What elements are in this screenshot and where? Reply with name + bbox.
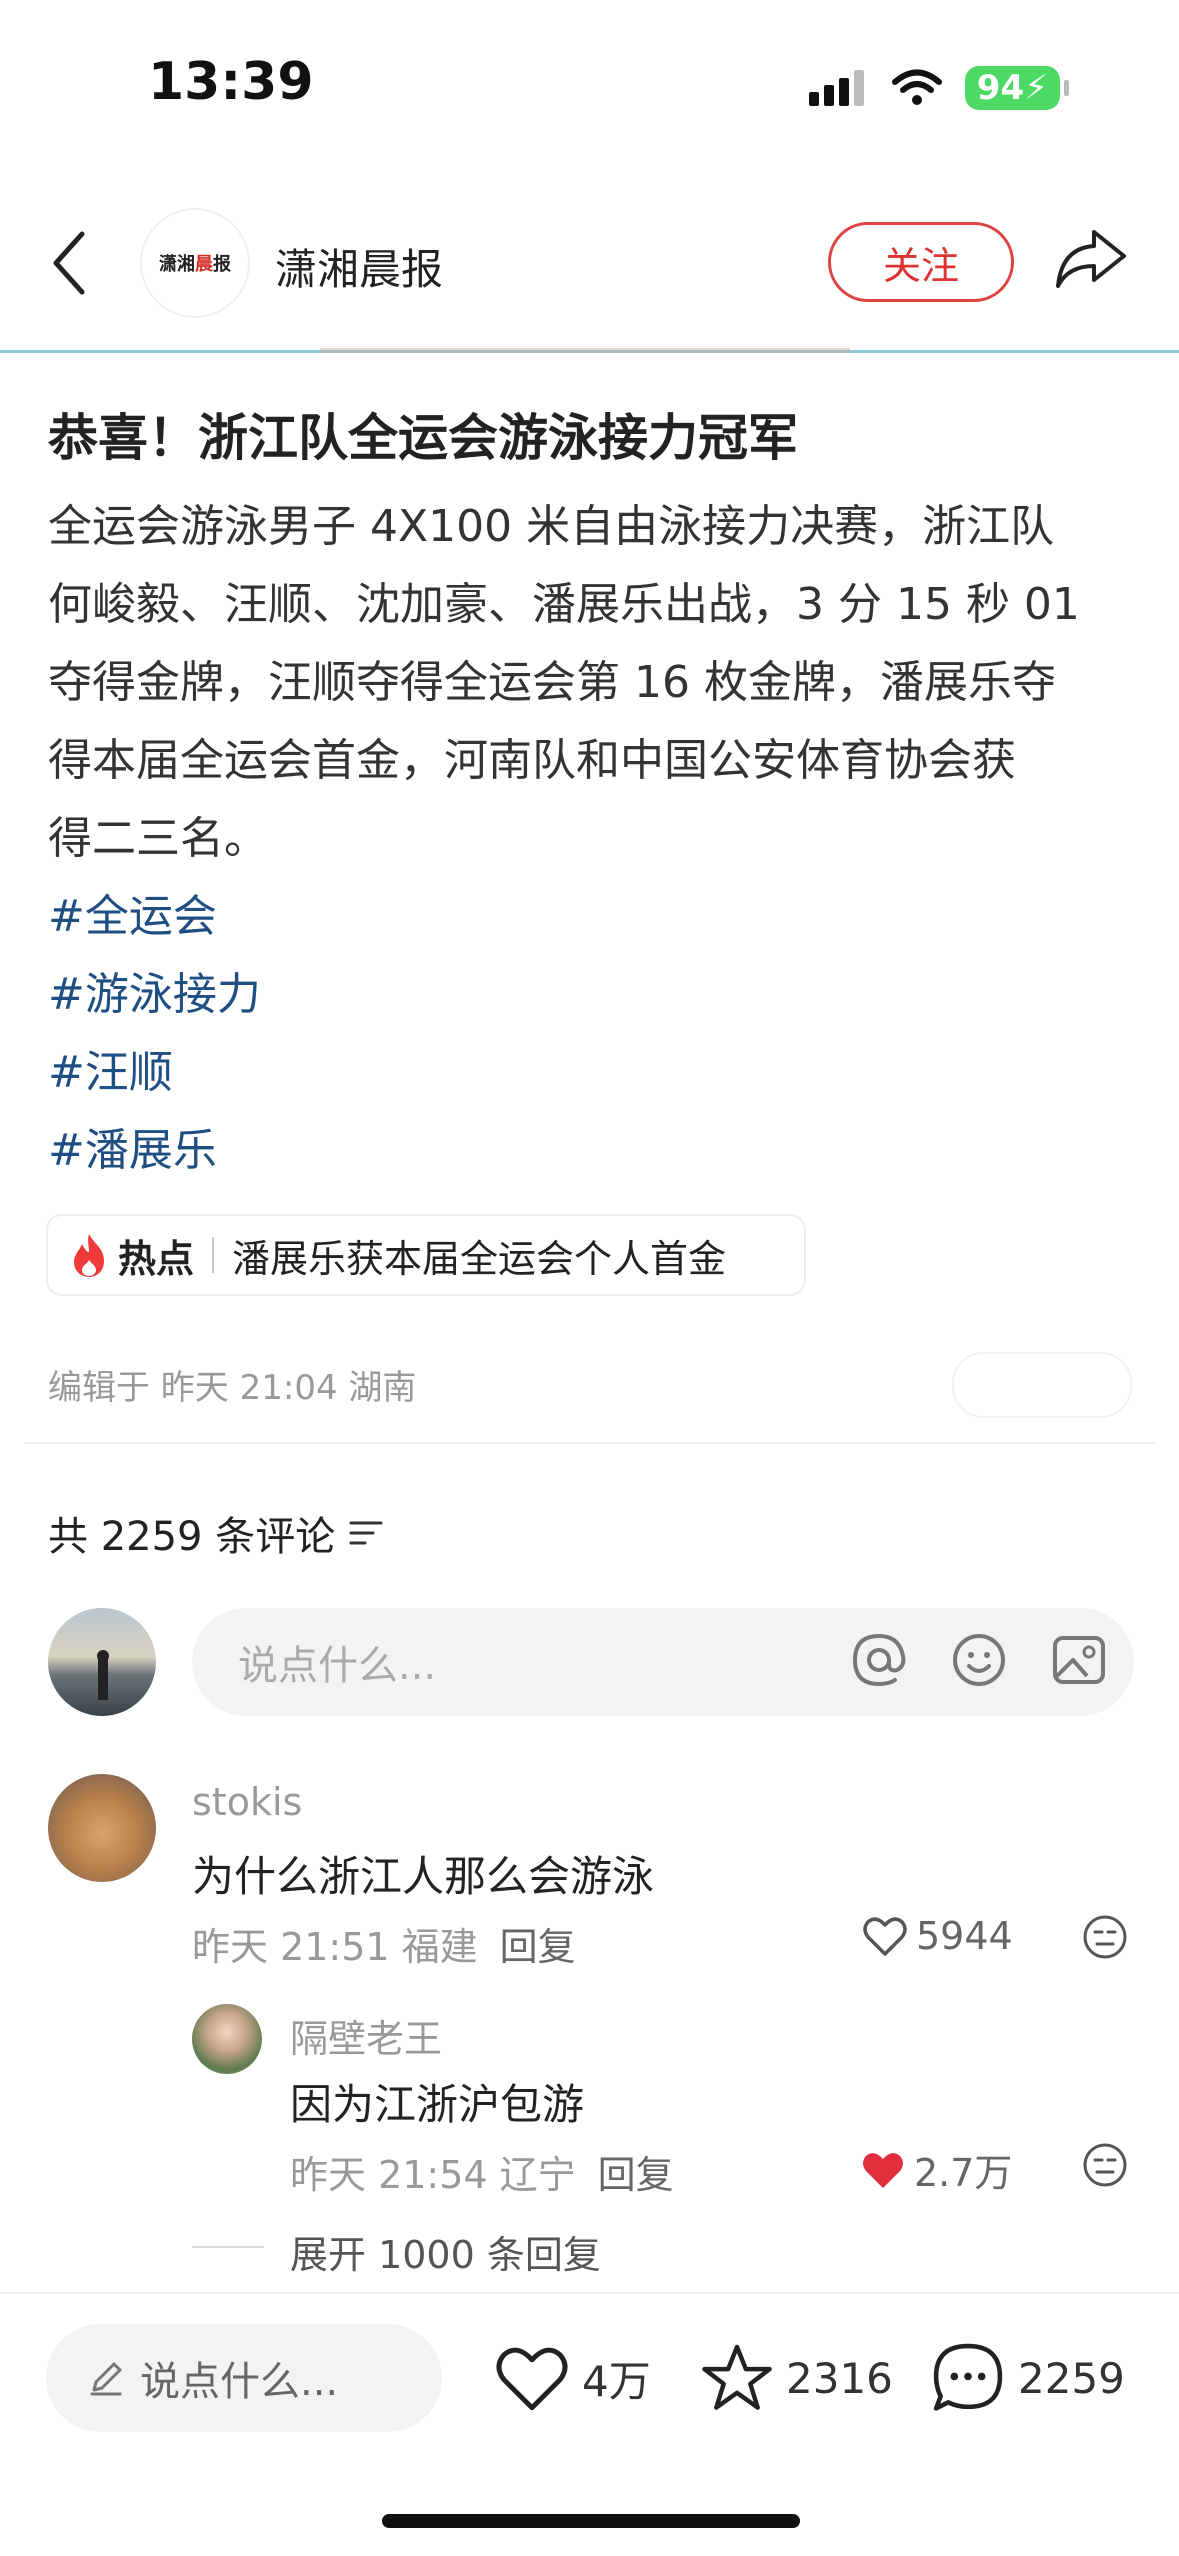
comment-meta: 昨天 21:51 福建 回复 [192,1916,576,1971]
comment-time-location: 昨天 21:54 辽宁 [290,2153,576,2197]
back-icon[interactable] [48,230,90,296]
post-body-line: 夺得金牌，汪顺夺得全运会第 16 枚金牌，潘展乐夺 [48,657,1056,708]
hashtag-link[interactable]: #游泳接力 [48,956,261,1034]
wifi-icon [891,69,942,105]
share-icon[interactable] [1054,226,1128,290]
comment-text[interactable]: 因为江浙沪包游 [290,2071,584,2132]
avatar-figure [97,1650,109,1700]
mention-icon[interactable] [849,1630,909,1690]
like-count: 5944 [916,1914,1013,1958]
account-name[interactable]: 潇湘晨报 [275,236,443,297]
hashtag-link[interactable]: #潘展乐 [48,1112,261,1190]
post-body: 全运会游泳男子 4X100 米自由泳接力决赛，浙江队 何峻毅、汪顺、沈加豪、潘展… [48,488,1138,878]
comment-time-location: 昨天 21:51 福建 [192,1925,478,1969]
hashtag-link[interactable]: #全运会 [48,878,261,956]
commenter-avatar[interactable] [48,1774,156,1882]
image-icon[interactable] [1049,1630,1109,1690]
sort-icon[interactable] [349,1519,383,1547]
favorite-button[interactable]: 2316 [700,2328,893,2428]
comment-count-label: 共 2259 条评论 [48,1514,336,1560]
comment-meta: 昨天 21:54 辽宁 回复 [290,2144,674,2199]
pencil-icon [90,2362,122,2396]
emoji-icon[interactable] [949,1630,1009,1690]
like-count: 2.7万 [914,2151,1013,2195]
reply-button[interactable]: 回复 [500,1925,576,1969]
post-body-line: 何峻毅、汪顺、沈加豪、潘展乐出战，3 分 15 秒 01 [48,579,1080,630]
comment-like-button[interactable]: 5944 [862,1914,1013,1958]
post-title: 恭喜！浙江队全运会游泳接力冠军 [48,409,798,467]
hot-topic-link[interactable]: 热点 潘展乐获本届全运会个人首金 [46,1214,806,1296]
post-body-line: 全运会游泳男子 4X100 米自由泳接力决赛，浙江队 [48,501,1055,552]
my-avatar [48,1608,156,1716]
status-time: 13:39 [148,52,314,112]
heart-filled-icon [863,2152,903,2188]
reply-button[interactable]: 回复 [598,2153,674,2197]
battery-cap [1064,80,1069,96]
post-body-line: 得二三名。 [48,813,268,864]
comment-username[interactable]: stokis [192,1780,302,1824]
signal-icon [808,70,864,106]
hot-label: 热点 [118,1236,195,1281]
section-divider [24,1442,1155,1444]
battery-indicator: 94⚡ [964,66,1060,110]
home-indicator[interactable] [382,2514,800,2528]
comment-text[interactable]: 为什么浙江人那么会游泳 [192,1843,654,1904]
comment-bubble-icon [933,2343,1003,2411]
status-icons: 94⚡ [808,66,1069,110]
expand-line [192,2246,264,2248]
comment-count[interactable]: 共 2259 条评论 [48,1504,383,1562]
like-total: 4万 [582,2356,651,2406]
comment-username[interactable]: 隔壁老王 [290,2008,442,2063]
account-avatar[interactable]: 潇湘晨报 [140,208,250,318]
fire-icon [74,1234,104,1277]
commenter-avatar[interactable] [192,2004,262,2074]
hot-topic-text: 潘展乐获本届全运会个人首金 [232,1236,727,1281]
dislike-icon[interactable] [1082,2142,1128,2188]
hashtag-list: #全运会 #游泳接力 #汪顺 #潘展乐 [48,878,261,1190]
hot-separator [212,1237,215,1273]
comment-total: 2259 [1018,2353,1125,2403]
favorite-total: 2316 [786,2353,893,2403]
image-edge [320,348,850,353]
edit-meta: 编辑于 昨天 21:04 湖南 [48,1368,417,1408]
comment-like-button[interactable]: 2.7万 [860,2142,1012,2197]
faded-pill [952,1352,1132,1418]
bottom-comment-input[interactable]: 说点什么... [46,2324,442,2432]
like-button[interactable]: 4万 [494,2328,651,2428]
comment-button[interactable]: 2259 [930,2328,1125,2428]
expand-replies-button[interactable]: 展开 1000 条回复 [290,2224,601,2279]
heart-outline-icon [863,1917,907,1956]
heart-outline-icon [496,2347,568,2411]
follow-button[interactable]: 关注 [828,222,1014,302]
input-tools [849,1630,1109,1690]
bottom-divider [0,2292,1179,2294]
hashtag-link[interactable]: #汪顺 [48,1034,261,1112]
dislike-icon[interactable] [1082,1914,1128,1960]
post-body-line: 得本届全运会首金，河南队和中国公安体育协会获 [48,735,1016,786]
star-icon [702,2344,772,2410]
bottom-input-placeholder: 说点什么... [140,2359,339,2405]
